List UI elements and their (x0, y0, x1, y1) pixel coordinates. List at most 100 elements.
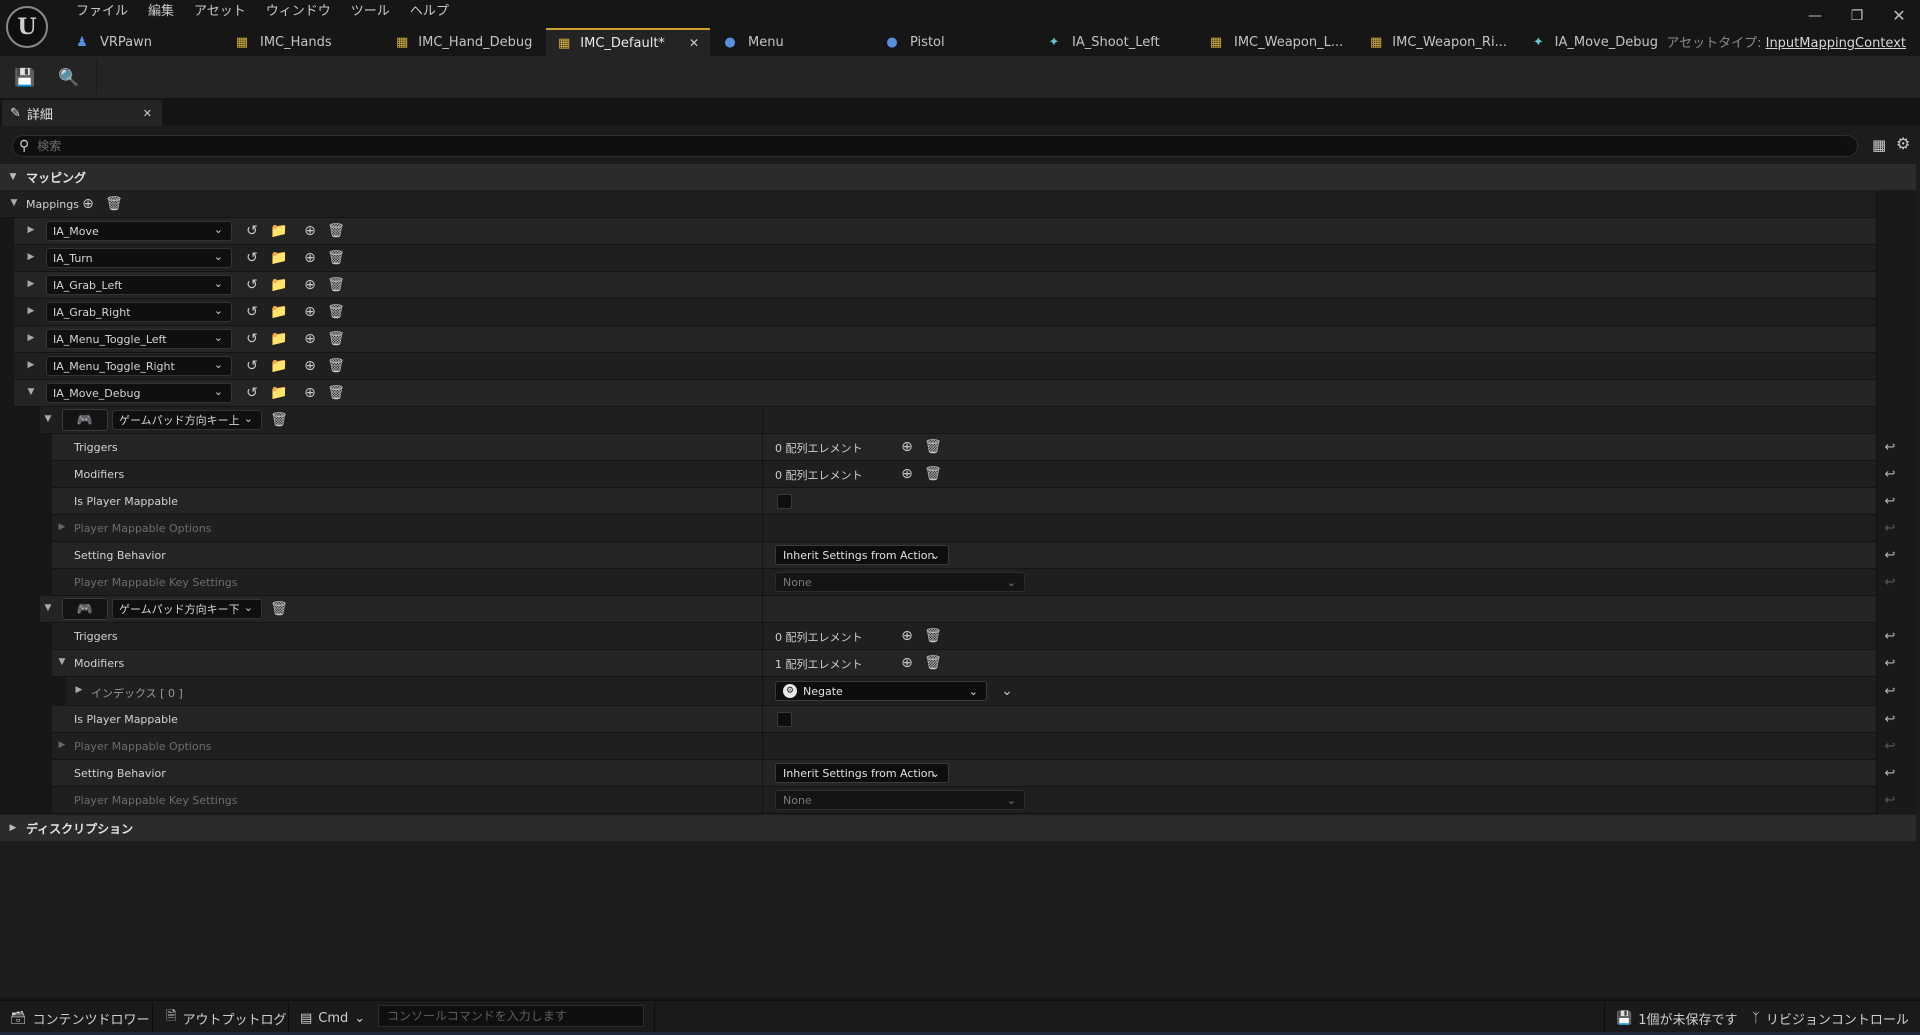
add-key-icon[interactable]: ⊕ (301, 276, 319, 294)
menu-tools[interactable]: ツール (341, 2, 400, 22)
menu-window[interactable]: ウィンドウ (256, 2, 341, 22)
close-window-icon[interactable]: ✕ (1884, 6, 1914, 26)
input-action-combo[interactable]: IA_Turn ⌄ (46, 248, 232, 268)
collapse-arrow-icon[interactable]: ▼ (41, 414, 55, 424)
add-key-icon[interactable]: ⊕ (301, 330, 319, 348)
browse-folder-icon[interactable]: 📁 (270, 384, 288, 402)
use-selected-icon[interactable]: ↺ (243, 222, 261, 240)
input-action-combo[interactable]: IA_Grab_Right ⌄ (46, 302, 232, 322)
tab-imc-weapon-r[interactable]: ▦ IMC_Weapon_Ri... (1358, 28, 1520, 56)
add-trigger-icon[interactable]: ⊕ (898, 438, 916, 456)
delete-modifiers-icon[interactable]: 🗑 (924, 465, 942, 483)
expand-arrow-icon[interactable]: ▶ (24, 225, 38, 235)
delete-mapping-icon[interactable]: 🗑 (327, 357, 345, 375)
use-selected-icon[interactable]: ↺ (243, 384, 261, 402)
tab-imc-hands[interactable]: ▦ IMC_Hands (222, 28, 384, 56)
add-key-icon[interactable]: ⊕ (301, 384, 319, 402)
reset-arrow-icon[interactable]: ↩ (1880, 467, 1900, 482)
delete-triggers-icon[interactable]: 🗑 (924, 627, 942, 645)
expand-arrow-icon[interactable]: ▶ (55, 740, 69, 750)
browse-folder-icon[interactable]: 📁 (270, 303, 288, 321)
setting-behavior-dropdown[interactable]: Inherit Settings from Action ⌄ (775, 545, 949, 565)
delete-key-icon[interactable]: 🗑 (270, 600, 288, 618)
add-trigger-icon[interactable]: ⊕ (898, 627, 916, 645)
menu-edit[interactable]: 編集 (138, 2, 184, 22)
asset-type-link[interactable]: InputMappingContext (1766, 36, 1906, 51)
column-divider[interactable] (762, 407, 763, 814)
cmd-selector[interactable]: ▤ Cmd ⌄ (300, 1008, 365, 1028)
delete-mapping-icon[interactable]: 🗑 (327, 330, 345, 348)
expand-arrow-icon[interactable]: ▶ (55, 522, 69, 532)
add-key-icon[interactable]: ⊕ (301, 222, 319, 240)
gamepad-icon[interactable]: 🎮 (62, 409, 108, 431)
expand-arrow-icon[interactable]: ▶ (24, 252, 38, 262)
reset-arrow-icon[interactable]: ↩ (1880, 548, 1900, 563)
add-modifier-icon[interactable]: ⊕ (898, 465, 916, 483)
menu-help[interactable]: ヘルプ (400, 2, 459, 22)
tab-menu[interactable]: ● Menu (710, 28, 872, 56)
expand-arrow-icon[interactable]: ▶ (24, 306, 38, 316)
setting-behavior-dropdown[interactable]: Inherit Settings from Action ⌄ (775, 763, 949, 783)
details-tab[interactable]: ✎ 詳細 ✕ (2, 100, 162, 126)
reset-arrow-icon[interactable]: ↩ (1880, 494, 1900, 509)
use-selected-icon[interactable]: ↺ (243, 330, 261, 348)
key-selector[interactable]: ゲームパッド方向キー下 ⌄ (112, 599, 262, 619)
expand-arrow-icon[interactable]: ▶ (72, 685, 86, 695)
delete-mapping-icon[interactable]: 🗑 (327, 303, 345, 321)
delete-key-icon[interactable]: 🗑 (270, 411, 288, 429)
delete-mapping-icon[interactable]: 🗑 (327, 384, 345, 402)
save-icon[interactable]: 💾 (13, 66, 37, 90)
search-box[interactable]: ⚲ (12, 135, 1858, 157)
menu-asset[interactable]: アセット (184, 2, 256, 22)
expand-arrow-icon[interactable]: ▶ (0, 823, 26, 833)
input-action-combo[interactable]: IA_Move ⌄ (46, 221, 232, 241)
expand-arrow-icon[interactable]: ▶ (24, 333, 38, 343)
category-mapping[interactable]: ▼ マッピング (0, 164, 1916, 190)
minimize-icon[interactable]: — (1800, 6, 1830, 26)
use-selected-icon[interactable]: ↺ (243, 276, 261, 294)
browse-folder-icon[interactable]: 📁 (270, 357, 288, 375)
menu-file[interactable]: ファイル (66, 2, 138, 22)
content-drawer-button[interactable]: 🗃 コンテンツドロワー (10, 1008, 150, 1028)
close-tab-icon[interactable]: ✕ (689, 36, 699, 50)
use-selected-icon[interactable]: ↺ (243, 249, 261, 267)
delete-mapping-icon[interactable]: 🗑 (327, 222, 345, 240)
delete-mapping-icon[interactable]: 🗑 (327, 276, 345, 294)
use-selected-icon[interactable]: ↺ (243, 303, 261, 321)
is-player-mappable-checkbox[interactable] (777, 494, 792, 509)
collapse-arrow-icon[interactable]: ▼ (0, 172, 26, 182)
browse-asset-icon[interactable]: 🔍 (57, 66, 81, 90)
add-key-icon[interactable]: ⊕ (301, 249, 319, 267)
unreal-logo-icon[interactable]: U (6, 6, 48, 48)
gear-icon[interactable]: ⚙ (1896, 134, 1910, 153)
restore-icon[interactable]: ❐ (1842, 6, 1872, 26)
use-selected-icon[interactable]: ↺ (243, 357, 261, 375)
add-modifier-icon[interactable]: ⊕ (898, 654, 916, 672)
modifier-class-dropdown[interactable]: ⚙ Negate ⌄ (775, 681, 987, 701)
gamepad-icon[interactable]: 🎮 (62, 598, 108, 620)
property-matrix-icon[interactable]: ▦ (1872, 136, 1886, 154)
is-player-mappable-checkbox[interactable] (777, 712, 792, 727)
tab-imc-default[interactable]: ▦ IMC_Default* ✕ (546, 28, 710, 56)
input-action-combo[interactable]: IA_Menu_Toggle_Left ⌄ (46, 329, 232, 349)
key-selector[interactable]: ゲームパッド方向キー上 ⌄ (112, 410, 262, 430)
category-description[interactable]: ▶ ディスクリプション (0, 815, 1916, 841)
chevron-down-icon[interactable]: ⌄ (998, 682, 1016, 700)
browse-folder-icon[interactable]: 📁 (270, 276, 288, 294)
add-key-icon[interactable]: ⊕ (301, 357, 319, 375)
tab-vrpawn[interactable]: ♟ VRPawn (62, 28, 222, 56)
expand-arrow-icon[interactable]: ▶ (24, 360, 38, 370)
close-panel-icon[interactable]: ✕ (143, 107, 152, 120)
tab-ia-move-debug[interactable]: ✦ IA_Move_Debug (1520, 28, 1672, 56)
reset-arrow-icon[interactable]: ↩ (1880, 629, 1900, 644)
console-command-input[interactable] (378, 1005, 644, 1027)
unsaved-button[interactable]: 💾 1個が未保存です (1616, 1008, 1737, 1028)
tab-imc-weapon-l[interactable]: ▦ IMC_Weapon_L... (1196, 28, 1358, 56)
browse-folder-icon[interactable]: 📁 (270, 222, 288, 240)
add-mapping-icon[interactable]: ⊕ (79, 195, 97, 213)
delete-all-icon[interactable]: 🗑 (105, 195, 123, 213)
input-action-combo[interactable]: IA_Grab_Left ⌄ (46, 275, 232, 295)
reset-arrow-icon[interactable]: ↩ (1880, 440, 1900, 455)
delete-mapping-icon[interactable]: 🗑 (327, 249, 345, 267)
tab-imc-hand-debug[interactable]: ▦ IMC_Hand_Debug (384, 28, 546, 56)
